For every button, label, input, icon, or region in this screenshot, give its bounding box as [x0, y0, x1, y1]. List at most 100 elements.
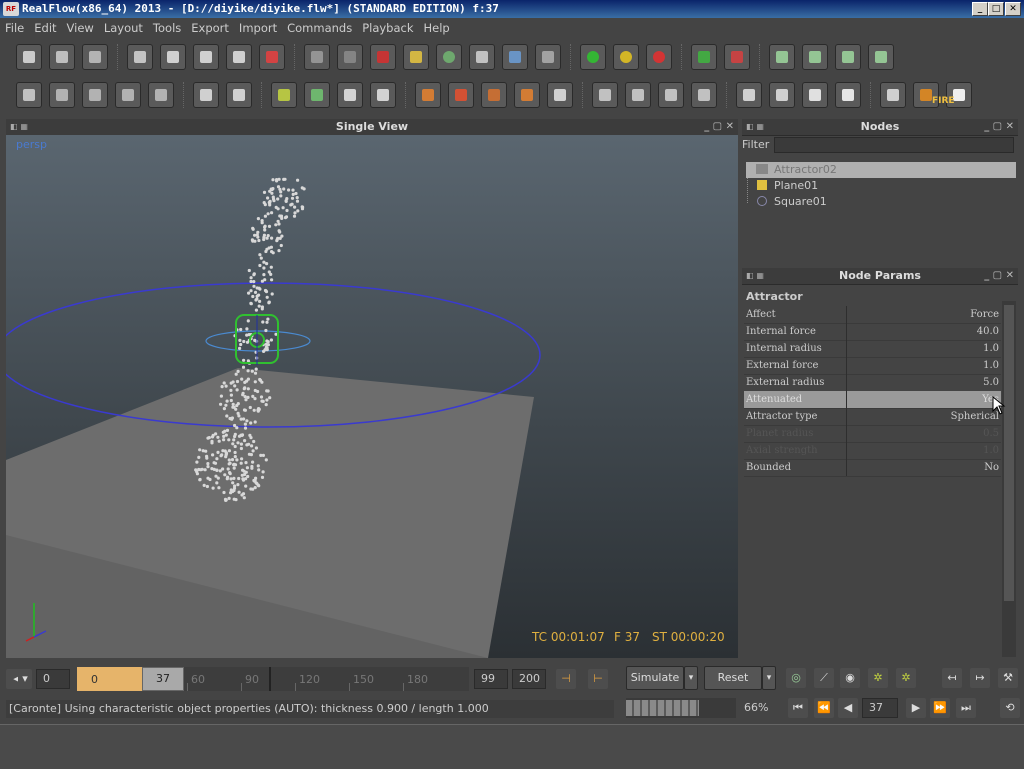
menu-help[interactable]: Help — [419, 18, 455, 38]
param-value[interactable]: Force — [846, 306, 999, 323]
reset-button[interactable]: Reset — [704, 666, 762, 690]
node-attractor02[interactable]: Attractor02 — [746, 162, 1016, 178]
param-value[interactable]: 1.0 — [846, 340, 999, 357]
select-icon[interactable] — [127, 44, 153, 70]
cube-dots-icon[interactable] — [625, 82, 651, 108]
network-icon[interactable] — [868, 44, 894, 70]
panel-grip-icon[interactable]: ◧ ▦ — [10, 122, 30, 132]
play-forward-icon[interactable]: ▶ — [906, 698, 926, 718]
param-row[interactable]: Bounded No — [744, 459, 1001, 477]
scale-icon[interactable] — [226, 44, 252, 70]
move-icon[interactable] — [160, 44, 186, 70]
node-square01[interactable]: Square01 — [746, 194, 1016, 210]
globe-icon[interactable]: ◎ — [786, 668, 806, 688]
cube-wire-icon[interactable] — [592, 82, 618, 108]
script-icon[interactable] — [769, 44, 795, 70]
mesh-icon[interactable] — [436, 44, 462, 70]
minimize-button[interactable]: _ — [972, 2, 988, 16]
daemon-icon[interactable] — [370, 44, 396, 70]
cube-outline-icon[interactable] — [736, 82, 762, 108]
unlink-node-icon[interactable] — [148, 82, 174, 108]
timeline-end-field[interactable]: 99 — [474, 669, 508, 689]
edit-curve-icon[interactable]: ⟋ — [814, 668, 834, 688]
save-green-icon[interactable] — [691, 44, 717, 70]
wrench-icon[interactable]: ⚒ — [998, 668, 1018, 688]
params-window-controls[interactable]: _ ▢ ✕ — [984, 268, 1014, 284]
menu-view[interactable]: View — [62, 18, 99, 38]
go-end-icon[interactable]: ⏭ — [956, 698, 976, 718]
simulate-button[interactable]: Simulate — [626, 666, 684, 690]
grid-target-icon[interactable] — [514, 82, 540, 108]
filter-input[interactable] — [774, 137, 1014, 153]
param-value[interactable]: 0.5 — [846, 425, 999, 442]
red-light-icon[interactable] — [646, 44, 672, 70]
dots-grid-icon[interactable] — [304, 82, 330, 108]
param-row[interactable]: Affect Force — [744, 306, 1001, 324]
particle-icon[interactable] — [337, 44, 363, 70]
remove-node-icon[interactable] — [82, 82, 108, 108]
grid-crack-icon[interactable] — [481, 82, 507, 108]
panel-grip-icon[interactable]: ◧ ▦ — [746, 271, 766, 281]
timeline-start-field[interactable]: 0 — [36, 669, 70, 689]
box-closed-icon[interactable] — [226, 82, 252, 108]
save-red-icon[interactable] — [724, 44, 750, 70]
3d-viewport[interactable]: persp TC 00:01:07 F 37 ST 00:00:20 — [6, 135, 738, 658]
grid-orange-icon[interactable] — [415, 82, 441, 108]
param-value[interactable]: Spherical — [846, 408, 999, 425]
menu-tools[interactable]: Tools — [148, 18, 186, 38]
menu-export[interactable]: Export — [186, 18, 234, 38]
gear-green-icon[interactable]: ✲ — [896, 668, 916, 688]
nav-prev-icon[interactable]: ↤ — [942, 668, 962, 688]
scrollbar-thumb[interactable] — [1004, 305, 1014, 601]
timeline-current-frame[interactable]: 37 — [142, 667, 184, 691]
sheet-icon[interactable] — [16, 82, 42, 108]
hourglass-icon[interactable] — [547, 82, 573, 108]
grid-red-icon[interactable] — [448, 82, 474, 108]
timer-icon[interactable] — [835, 44, 861, 70]
add-node-icon[interactable] — [49, 82, 75, 108]
loop-icon[interactable]: ⟲ — [1000, 698, 1020, 718]
params-scrollbar[interactable] — [1002, 301, 1016, 657]
param-row[interactable]: External force 1.0 — [744, 357, 1001, 375]
menu-edit[interactable]: Edit — [29, 18, 61, 38]
param-row[interactable]: Attractor type Spherical — [744, 408, 1001, 426]
save-scene-icon[interactable] — [82, 44, 108, 70]
batch-icon[interactable] — [802, 44, 828, 70]
simulate-menu-icon[interactable]: ▾ — [684, 666, 698, 690]
timeline-max-field[interactable]: 200 — [512, 669, 546, 689]
maximize-button[interactable]: □ — [988, 2, 1004, 16]
param-row[interactable]: Internal force 40.0 — [744, 323, 1001, 341]
menu-playback[interactable]: Playback — [357, 18, 418, 38]
ruler-icon[interactable] — [337, 82, 363, 108]
step-back-icon[interactable]: ⏪ — [814, 698, 834, 718]
cube-solid-icon[interactable] — [802, 82, 828, 108]
menu-file[interactable]: File — [0, 18, 29, 38]
eye-icon[interactable]: ◉ — [840, 668, 860, 688]
nav-next-icon[interactable]: ↦ — [970, 668, 990, 688]
layer-icon[interactable] — [304, 44, 330, 70]
rotate-icon[interactable] — [193, 44, 219, 70]
green-light-icon[interactable] — [580, 44, 606, 70]
gear-yellow-icon[interactable]: ✲ — [868, 668, 888, 688]
yellow-light-icon[interactable] — [613, 44, 639, 70]
param-value[interactable]: 1.0 — [846, 442, 999, 459]
cube-white-icon[interactable] — [835, 82, 861, 108]
node-plane01[interactable]: Plane01 — [746, 178, 1016, 194]
param-row[interactable]: Axial strength 1.0 — [744, 442, 1001, 460]
range-end-icon[interactable]: ⊢ — [588, 669, 608, 689]
render-icon[interactable] — [880, 82, 906, 108]
link-node-icon[interactable] — [115, 82, 141, 108]
new-scene-icon[interactable] — [16, 44, 42, 70]
param-value[interactable]: Yes — [846, 391, 999, 408]
rbody-icon[interactable] — [535, 44, 561, 70]
wave-icon[interactable] — [502, 44, 528, 70]
viewport-window-controls[interactable]: _ ▢ ✕ — [704, 119, 734, 135]
burst-icon[interactable] — [691, 82, 717, 108]
panel-grip-icon[interactable]: ◧ ▦ — [746, 122, 766, 132]
cube-shaded-icon[interactable] — [769, 82, 795, 108]
flower-icon[interactable] — [370, 82, 396, 108]
camera-icon[interactable] — [469, 44, 495, 70]
frame-dots-icon[interactable] — [658, 82, 684, 108]
open-scene-icon[interactable] — [49, 44, 75, 70]
param-value[interactable]: 1.0 — [846, 357, 999, 374]
